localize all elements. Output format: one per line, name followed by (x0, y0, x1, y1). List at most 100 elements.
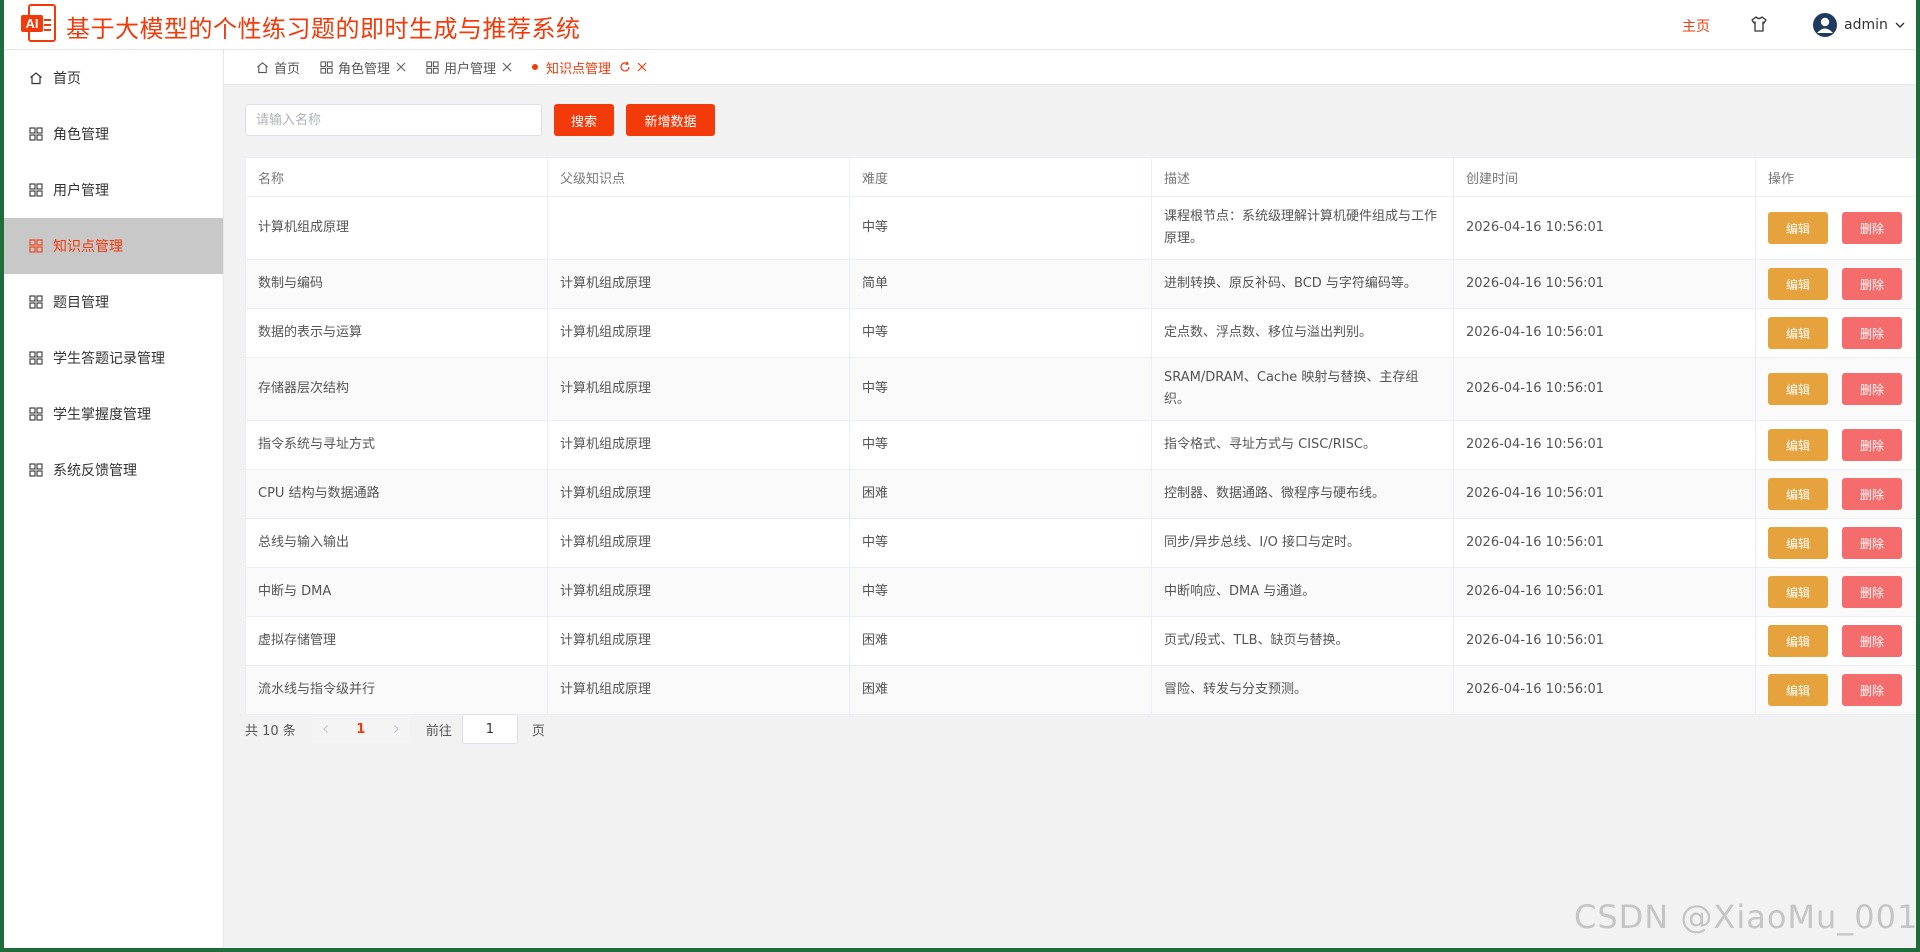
table-row: 指令系统与寻址方式 计算机组成原理 中等 指令格式、寻址方式与 CISC/RIS… (245, 420, 1916, 470)
delete-button[interactable]: 删除 (1842, 268, 1902, 300)
delete-button[interactable]: 删除 (1842, 317, 1902, 349)
cell-actions: 编辑 删除 (1755, 469, 1916, 519)
page-number[interactable]: 1 (339, 715, 382, 743)
close-icon[interactable] (396, 62, 406, 72)
search-input[interactable] (245, 104, 542, 136)
tab-label: 角色管理 (338, 61, 391, 77)
edit-button[interactable]: 编辑 (1768, 429, 1828, 461)
cell-parent: 计算机组成原理 (547, 518, 850, 568)
delete-button[interactable]: 删除 (1842, 576, 1902, 608)
sidebar: 首页 角色管理 用户管理 知识点管理 题目管理 学生答题记录管理 学生掌握度管理 (4, 50, 224, 948)
edit-button[interactable]: 编辑 (1768, 527, 1828, 559)
sidebar-item-answer-records[interactable]: 学生答题记录管理 (4, 330, 223, 386)
sidebar-item-feedback[interactable]: 系统反馈管理 (4, 442, 223, 498)
cell-difficulty: 困难 (849, 469, 1152, 519)
watermark: CSDN @XiaoMu_001 (1574, 898, 1916, 936)
delete-button[interactable]: 删除 (1842, 674, 1902, 706)
delete-button[interactable]: 删除 (1842, 212, 1902, 244)
next-page-button[interactable] (381, 715, 410, 743)
cell-parent: 计算机组成原理 (547, 616, 850, 666)
sidebar-item-label: 学生掌握度管理 (53, 407, 151, 423)
cell-created: 2026-04-16 10:56:01 (1453, 518, 1756, 568)
cell-parent: 计算机组成原理 (547, 357, 850, 421)
cell-description: 指令格式、寻址方式与 CISC/RISC。 (1151, 420, 1454, 470)
delete-button[interactable]: 删除 (1842, 625, 1902, 657)
grid-icon (426, 60, 439, 74)
cell-parent: 计算机组成原理 (547, 665, 850, 715)
cell-created: 2026-04-16 10:56:01 (1453, 469, 1756, 519)
table-row: CPU 结构与数据通路 计算机组成原理 困难 控制器、数据通路、微程序与硬布线。… (245, 469, 1916, 519)
total-count: 共 10 条 (245, 723, 296, 739)
tab-roles[interactable]: 角色管理 (310, 50, 416, 84)
sidebar-item-questions[interactable]: 题目管理 (4, 274, 223, 330)
tab-label: 知识点管理 (546, 61, 612, 77)
logo-text: AI (26, 16, 39, 31)
cell-difficulty: 中等 (849, 196, 1152, 260)
column-header-parent: 父级知识点 (547, 157, 850, 197)
tshirt-icon[interactable] (1750, 15, 1768, 33)
table-row: 存储器层次结构 计算机组成原理 中等 SRAM/DRAM、Cache 映射与替换… (245, 357, 1916, 421)
cell-difficulty: 困难 (849, 665, 1152, 715)
sidebar-item-home[interactable]: 首页 (4, 50, 223, 106)
cell-parent: 计算机组成原理 (547, 469, 850, 519)
delete-button[interactable]: 删除 (1842, 527, 1902, 559)
cell-created: 2026-04-16 10:56:01 (1453, 196, 1756, 260)
cell-description: 中断响应、DMA 与通道。 (1151, 567, 1454, 617)
goto-page-input[interactable] (461, 714, 518, 744)
edit-button[interactable]: 编辑 (1768, 268, 1828, 300)
prev-page-button[interactable] (311, 715, 340, 743)
user-menu[interactable]: admin (1812, 11, 1906, 39)
edit-button[interactable]: 编辑 (1768, 625, 1828, 657)
grid-icon (29, 295, 43, 309)
cell-description: 同步/异步总线、I/O 接口与定时。 (1151, 518, 1454, 568)
refresh-icon[interactable] (619, 61, 631, 73)
cell-name: 数据的表示与运算 (245, 308, 548, 358)
tab-users[interactable]: 用户管理 (416, 50, 522, 84)
column-header-name: 名称 (245, 157, 548, 197)
delete-button[interactable]: 删除 (1842, 429, 1902, 461)
delete-button[interactable]: 删除 (1842, 373, 1902, 405)
grid-icon (320, 60, 333, 74)
sidebar-item-label: 系统反馈管理 (53, 463, 137, 479)
edit-button[interactable]: 编辑 (1768, 478, 1828, 510)
cell-description: 冒险、转发与分支预测。 (1151, 665, 1454, 715)
close-icon[interactable] (502, 62, 512, 72)
tab-home[interactable]: 首页 (246, 50, 310, 84)
sidebar-item-users[interactable]: 用户管理 (4, 162, 223, 218)
edit-button[interactable]: 编辑 (1768, 317, 1828, 349)
table-row: 总线与输入输出 计算机组成原理 中等 同步/异步总线、I/O 接口与定时。 20… (245, 518, 1916, 568)
edit-button[interactable]: 编辑 (1768, 212, 1828, 244)
app-logo: AI (21, 4, 56, 42)
sidebar-item-mastery[interactable]: 学生掌握度管理 (4, 386, 223, 442)
cell-description: 进制转换、原反补码、BCD 与字符编码等。 (1151, 259, 1454, 309)
delete-button[interactable]: 删除 (1842, 478, 1902, 510)
edit-button[interactable]: 编辑 (1768, 674, 1828, 706)
home-icon (257, 61, 268, 73)
sidebar-item-roles[interactable]: 角色管理 (4, 106, 223, 162)
cell-created: 2026-04-16 10:56:01 (1453, 616, 1756, 666)
chevron-left-icon (322, 725, 328, 733)
grid-icon (29, 183, 43, 197)
cell-actions: 编辑 删除 (1755, 308, 1916, 358)
knowledge-table: 名称 父级知识点 难度 描述 创建时间 操作 计算机组成原理 中等 课程根节点：… (245, 157, 1916, 715)
search-button[interactable]: 搜索 (554, 104, 614, 136)
add-data-button[interactable]: 新增数据 (626, 104, 715, 136)
cell-created: 2026-04-16 10:56:01 (1453, 308, 1756, 358)
tab-knowledge[interactable]: 知识点管理 (522, 50, 657, 84)
column-header-description: 描述 (1151, 157, 1454, 197)
cell-description: 控制器、数据通路、微程序与硬布线。 (1151, 469, 1454, 519)
column-header-difficulty: 难度 (849, 157, 1152, 197)
cell-actions: 编辑 删除 (1755, 196, 1916, 260)
cell-difficulty: 中等 (849, 567, 1152, 617)
cell-actions: 编辑 删除 (1755, 420, 1916, 470)
nav-home-link[interactable]: 主页 (1682, 16, 1710, 36)
edit-button[interactable]: 编辑 (1768, 576, 1828, 608)
table-row: 虚拟存储管理 计算机组成原理 困难 页式/段式、TLB、缺页与替换。 2026-… (245, 616, 1916, 666)
sidebar-item-knowledge[interactable]: 知识点管理 (4, 218, 223, 274)
home-icon (30, 72, 42, 85)
tab-label: 用户管理 (444, 61, 497, 77)
close-icon[interactable] (637, 62, 647, 72)
cell-name: CPU 结构与数据通路 (245, 469, 548, 519)
edit-button[interactable]: 编辑 (1768, 373, 1828, 405)
sidebar-item-label: 角色管理 (53, 127, 109, 143)
